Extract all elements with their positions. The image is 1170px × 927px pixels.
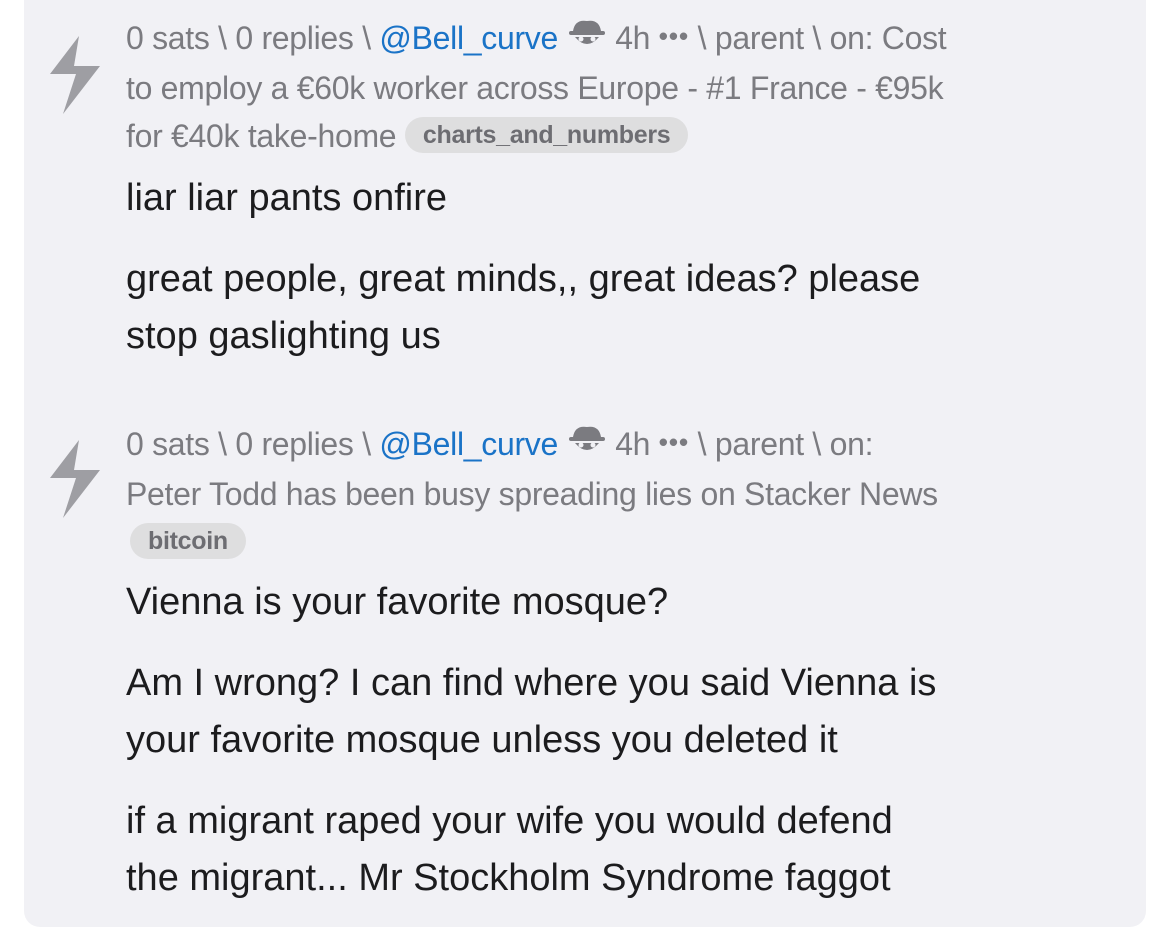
parent-link[interactable]: parent [715,426,804,462]
ellipsis-icon[interactable]: ••• [659,21,689,51]
comment-meta: 0 sats \ 0 replies \ @Bell_curve 4h ••• … [126,14,1126,160]
comment-paragraph: liar liar pants onfire [126,177,448,219]
author-link[interactable]: @Bell_curve [379,20,558,56]
comment-paragraph: stop gaslighting us [126,315,441,357]
replies-link[interactable]: 0 replies [235,20,354,56]
comment-paragraph: Am I wrong? I can find where you said Vi… [126,662,937,704]
post-title-link[interactable]: Peter Todd has been busy spreading lies … [126,476,938,512]
sats-count[interactable]: 0 sats [126,20,210,56]
comment-paragraph: Vienna is your favorite mosque? [126,581,669,623]
comments-card: 0 sats \ 0 replies \ @Bell_curve 4h ••• … [24,0,1146,927]
on-label: on: [829,20,874,56]
age-link[interactable]: 4h [615,20,650,56]
sats-count[interactable]: 0 sats [126,426,210,462]
ellipsis-icon[interactable]: ••• [659,427,689,457]
comment-body: liar liar pants onfire great people, gre… [126,170,1126,365]
age-link[interactable]: 4h [615,426,650,462]
comment-paragraph: if a migrant raped your wife you would d… [126,800,893,842]
replies-link[interactable]: 0 replies [235,426,354,462]
parent-link[interactable]: parent [715,20,804,56]
comment-paragraph: your favorite mosque unless you deleted … [126,719,838,761]
anon-hat-icon [568,20,605,44]
comment-body: Vienna is your favorite mosque? Am I wro… [126,574,1126,907]
comment-meta: 0 sats \ 0 replies \ @Bell_curve 4h ••• … [126,420,1126,566]
sub-tag[interactable]: charts_and_numbers [404,117,689,153]
on-label: on: [829,426,874,462]
author-link[interactable]: @Bell_curve [379,426,558,462]
anon-hat-icon [568,426,605,450]
comment-paragraph: great people, great minds,, great ideas?… [126,258,921,300]
comment-paragraph: the migrant... Mr Stockholm Syndrome fag… [126,857,891,899]
lightning-bolt-icon[interactable] [46,34,104,118]
lightning-bolt-icon[interactable] [46,438,104,522]
sub-tag[interactable]: bitcoin [130,523,246,559]
